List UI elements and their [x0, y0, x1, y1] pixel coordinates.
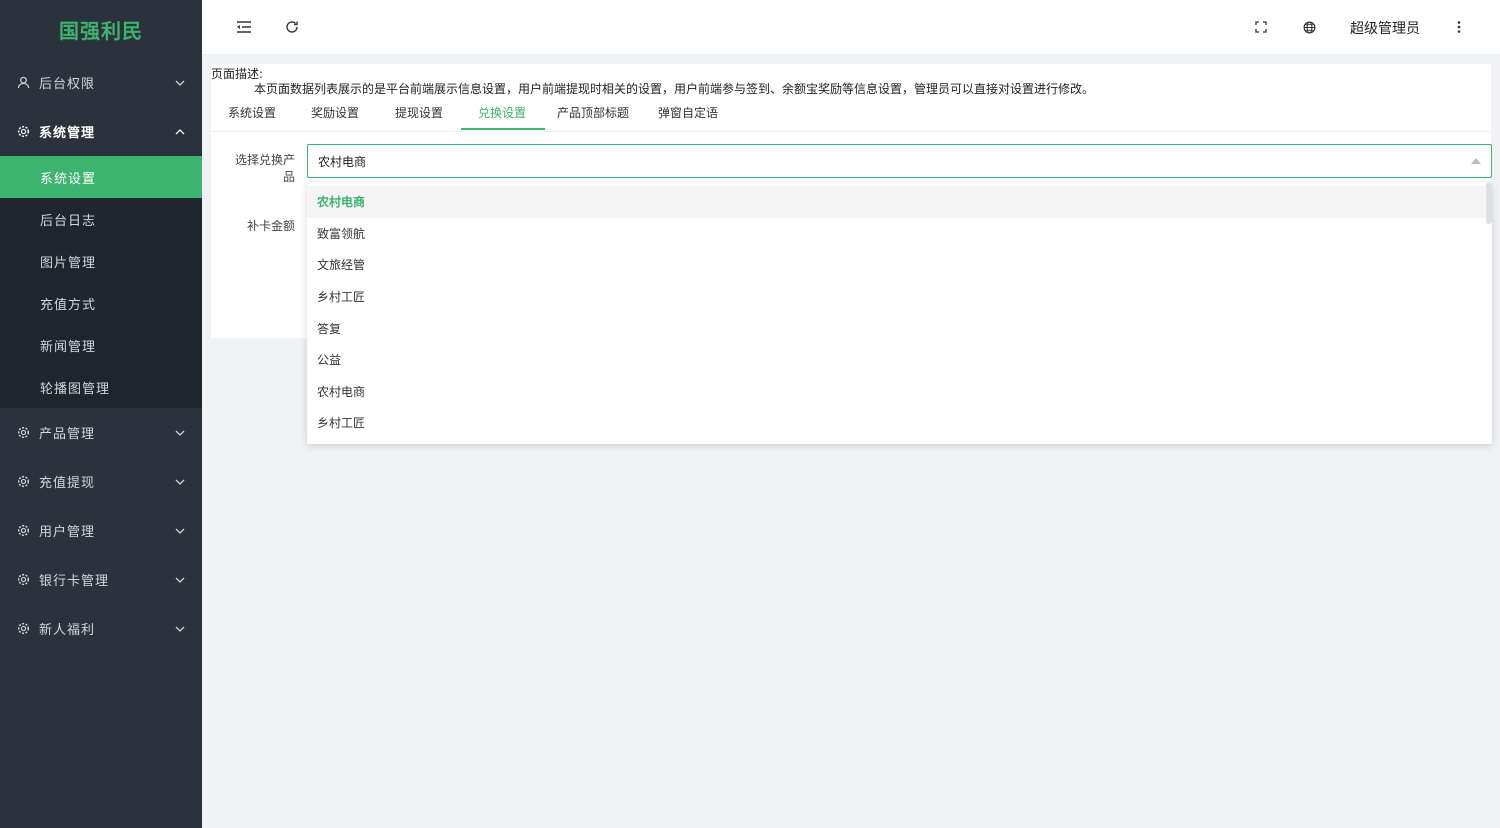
product-select[interactable]: 农村电商 — [307, 144, 1492, 178]
menu-fold-icon[interactable] — [234, 17, 254, 37]
amount-label: 补卡金额 — [246, 219, 295, 233]
sidebar-item-recharge-withdraw[interactable]: 充值提现 — [0, 457, 202, 506]
sidebar-item-label: 用户管理 — [39, 525, 96, 540]
sidebar-item-label: 银行卡管理 — [39, 574, 110, 589]
gear-icon — [16, 622, 30, 636]
globe-icon[interactable] — [1299, 17, 1319, 37]
refresh-icon[interactable] — [282, 17, 302, 37]
tab-exchange-settings[interactable]: 兑换设置 — [478, 104, 526, 121]
product-select-dropdown: 农村电商 致富领航 文旅经管 乡村工匠 答复 公益 农村电商 乡村工匠 — [307, 182, 1492, 444]
chevron-up-icon — [174, 126, 186, 138]
dropdown-option[interactable]: 致富领航 — [307, 218, 1492, 250]
sidebar-subitem-image-management[interactable]: 图片管理 — [0, 240, 202, 282]
sidebar-item-label: 充值提现 — [39, 476, 96, 491]
gear-icon — [16, 426, 30, 440]
sidebar-subitem-carousel-management[interactable]: 轮播图管理 — [0, 366, 202, 408]
more-vertical-icon[interactable] — [1449, 17, 1469, 37]
tab-system-settings[interactable]: 系统设置 — [228, 104, 276, 121]
chevron-down-icon — [174, 427, 186, 439]
sidebar-item-newcomer-benefits[interactable]: 新人福利 — [0, 604, 202, 653]
dropdown-option[interactable]: 答复 — [307, 312, 1492, 344]
sidebar-item-system-management[interactable]: 系统管理 — [0, 107, 202, 156]
chevron-down-icon — [174, 525, 186, 537]
tab-product-top-title[interactable]: 产品顶部标题 — [557, 104, 629, 121]
sidebar-subitem-backend-logs[interactable]: 后台日志 — [0, 198, 202, 240]
active-tab-indicator — [461, 128, 545, 130]
chevron-down-icon — [174, 77, 186, 89]
product-select-label: 选择兑换产品 — [234, 153, 295, 184]
app-logo: 国强利民 — [0, 0, 202, 58]
settings-tabs: 系统设置 奖励设置 提现设置 兑换设置 产品顶部标题 弹窗自定语 — [211, 100, 1491, 132]
user-menu[interactable]: 超级管理员 — [1350, 18, 1420, 38]
submenu-system-management: 系统设置 后台日志 图片管理 充值方式 新闻管理 轮播图管理 — [0, 156, 202, 408]
sidebar-item-user-management[interactable]: 用户管理 — [0, 506, 202, 555]
sidebar-item-label: 系统管理 — [39, 126, 96, 141]
page-description-text: 本页面数据列表展示的是平台前端展示信息设置，用户前端提现时相关的设置，用户前端参… — [254, 82, 1095, 96]
tab-withdraw-settings[interactable]: 提现设置 — [395, 104, 443, 121]
top-header: 超级管理员 — [202, 0, 1500, 55]
chevron-down-icon — [174, 574, 186, 586]
dropdown-option[interactable]: 农村电商 — [307, 186, 1492, 218]
dropdown-option[interactable]: 农村电商 — [307, 376, 1492, 408]
fullscreen-icon[interactable] — [1251, 17, 1271, 37]
product-select-value: 农村电商 — [318, 154, 367, 169]
sidebar-item-label: 产品管理 — [39, 427, 96, 442]
sidebar-item-label: 后台权限 — [39, 77, 96, 92]
gear-icon — [16, 524, 30, 538]
chevron-down-icon — [174, 476, 186, 488]
dropdown-option[interactable]: 文旅经管 — [307, 249, 1492, 281]
dropdown-scrollbar[interactable] — [1486, 182, 1492, 224]
dropdown-option[interactable]: 乡村工匠 — [307, 281, 1492, 313]
sidebar-item-product-management[interactable]: 产品管理 — [0, 408, 202, 457]
sidebar: 国强利民 后台权限 系统管理 系统设置 后台日志 图片管理 充值方式 新闻管理 … — [0, 0, 202, 828]
gear-icon — [16, 475, 30, 489]
sidebar-item-label: 新人福利 — [39, 623, 96, 638]
gear-icon — [16, 125, 30, 139]
sidebar-item-bank-card-management[interactable]: 银行卡管理 — [0, 555, 202, 604]
sidebar-subitem-news-management[interactable]: 新闻管理 — [0, 324, 202, 366]
tab-reward-settings[interactable]: 奖励设置 — [311, 104, 359, 121]
caret-up-icon — [1471, 158, 1481, 164]
chevron-down-icon — [174, 623, 186, 635]
tab-popup-custom-text[interactable]: 弹窗自定语 — [658, 104, 718, 121]
dropdown-option[interactable]: 公益 — [307, 344, 1492, 376]
sidebar-subitem-recharge-methods[interactable]: 充值方式 — [0, 282, 202, 324]
gear-icon — [16, 573, 30, 587]
sidebar-subitem-system-settings[interactable]: 系统设置 — [0, 156, 202, 198]
dropdown-option[interactable]: 乡村工匠 — [307, 407, 1492, 439]
user-icon — [16, 76, 30, 90]
sidebar-item-backend-permissions[interactable]: 后台权限 — [0, 58, 202, 107]
